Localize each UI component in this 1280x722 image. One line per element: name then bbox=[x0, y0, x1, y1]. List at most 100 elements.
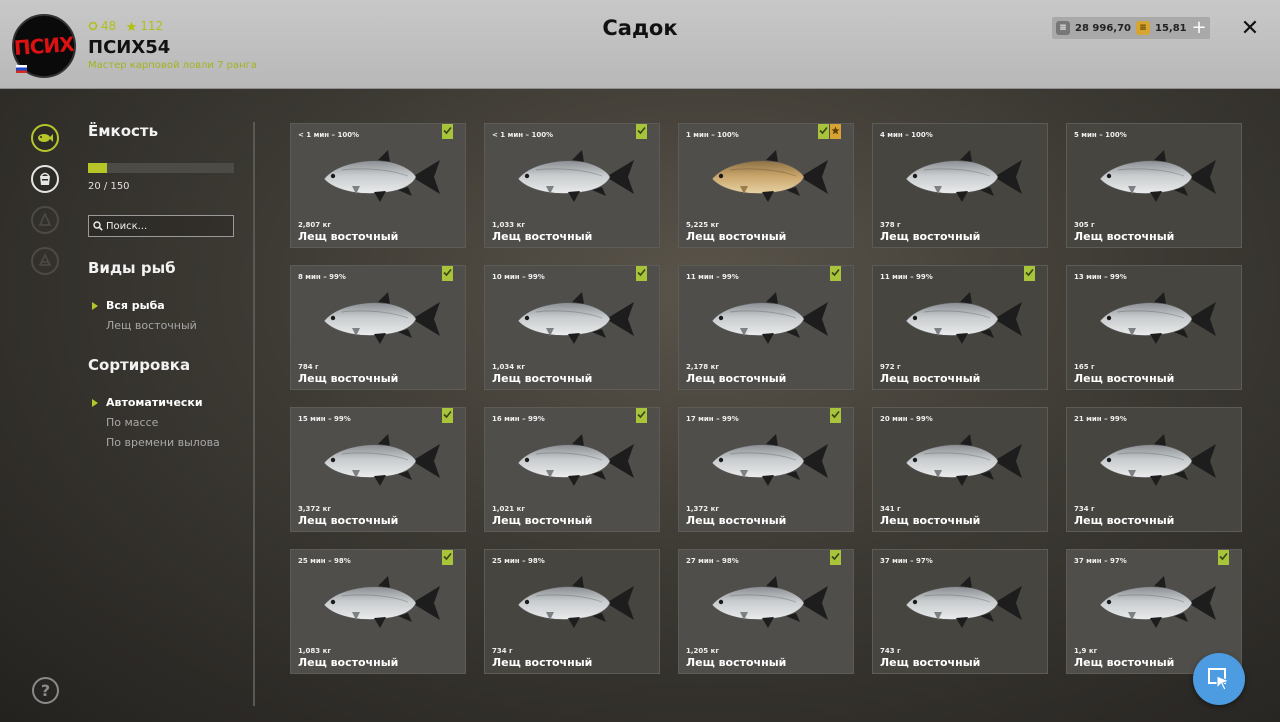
fish-name: Лещ восточный bbox=[298, 372, 399, 385]
capacity-bar bbox=[88, 163, 234, 173]
fish-image bbox=[905, 150, 1022, 202]
selected-arrow-icon bbox=[92, 302, 98, 310]
fish-image bbox=[323, 576, 440, 628]
fish-image bbox=[517, 576, 634, 628]
fish-weight: 1,033 кг bbox=[492, 221, 525, 229]
check-badge-icon bbox=[830, 550, 841, 565]
sort-option-time[interactable]: По времени вылова bbox=[106, 436, 220, 449]
cursor-mode-button[interactable] bbox=[1193, 653, 1245, 705]
sort-option-auto[interactable]: Автоматически bbox=[106, 396, 203, 409]
fish-card[interactable]: 8 мин – 99% 784 г Лещ восточный bbox=[290, 265, 466, 390]
catch-time: 25 мин – 98% bbox=[298, 557, 351, 565]
catch-time: 4 мин – 100% bbox=[880, 131, 933, 139]
fish-name: Лещ восточный bbox=[880, 656, 981, 669]
fish-weight: 378 г bbox=[880, 221, 901, 229]
fish-card[interactable]: 1 мин – 100% 5,225 кг Лещ восточный bbox=[678, 123, 854, 248]
fish-name: Лещ восточный bbox=[880, 514, 981, 527]
fish-image bbox=[517, 150, 634, 202]
check-badge-icon bbox=[830, 408, 841, 423]
search-icon bbox=[93, 221, 103, 231]
fish-card[interactable]: 25 мин – 98% 734 г Лещ восточный bbox=[484, 549, 660, 674]
close-button[interactable]: ✕ bbox=[1238, 16, 1262, 41]
tackle-icon bbox=[38, 212, 52, 226]
catch-time: 27 мин – 98% bbox=[686, 557, 739, 565]
fish-name: Лещ восточный bbox=[1074, 230, 1175, 243]
capacity-title: Ёмкость bbox=[88, 122, 159, 140]
check-badge-icon bbox=[442, 550, 453, 565]
catch-time: 37 мин – 97% bbox=[1074, 557, 1127, 565]
russia-flag-icon bbox=[16, 65, 27, 73]
fish-card[interactable]: 4 мин – 100% 378 г Лещ восточный bbox=[872, 123, 1048, 248]
search-input[interactable] bbox=[106, 220, 226, 232]
fish-card[interactable]: 21 мин – 99% 734 г Лещ восточный bbox=[1066, 407, 1242, 532]
catch-time: 17 мин – 99% bbox=[686, 415, 739, 423]
check-badge-icon bbox=[442, 266, 453, 281]
fish-image bbox=[711, 292, 828, 344]
help-button[interactable]: ? bbox=[32, 677, 59, 704]
gold-value: 15,81 bbox=[1155, 22, 1187, 34]
catch-time: 16 мин – 99% bbox=[492, 415, 545, 423]
fish-card[interactable]: 15 мин – 99% 3,372 кг Лещ восточный bbox=[290, 407, 466, 532]
fish-card[interactable]: 27 мин – 98% 1,205 кг Лещ восточный bbox=[678, 549, 854, 674]
fish-name: Лещ восточный bbox=[492, 656, 593, 669]
check-badge-icon bbox=[442, 124, 453, 139]
fish-weight: 784 г bbox=[298, 363, 319, 371]
fish-image bbox=[711, 150, 828, 202]
fish-name: Лещ восточный bbox=[298, 230, 399, 243]
fish-keepnet-icon bbox=[38, 134, 53, 142]
fish-card[interactable]: 25 мин – 98% 1,083 кг Лещ восточный bbox=[290, 549, 466, 674]
fish-name: Лещ восточный bbox=[686, 656, 787, 669]
bait-tab[interactable] bbox=[31, 165, 59, 193]
fish-image bbox=[1099, 576, 1216, 628]
species-option-bream[interactable]: Лещ восточный bbox=[106, 319, 197, 332]
fish-card[interactable]: < 1 мин – 100% 2,807 кг Лещ восточный bbox=[290, 123, 466, 248]
silver-value: 28 996,70 bbox=[1075, 22, 1131, 34]
fish-card[interactable]: 37 мин – 97% 743 г Лещ восточный bbox=[872, 549, 1048, 674]
fish-card[interactable]: 5 мин – 100% 305 г Лещ восточный bbox=[1066, 123, 1242, 248]
cursor-mode-icon bbox=[1208, 668, 1231, 691]
check-badge-icon bbox=[818, 124, 829, 139]
fish-card[interactable]: 10 мин – 99% 1,034 кг Лещ восточный bbox=[484, 265, 660, 390]
fish-weight: 2,178 кг bbox=[686, 363, 719, 371]
tackle-tab[interactable] bbox=[31, 206, 59, 234]
silver-coins-icon: ≡ bbox=[1056, 21, 1070, 35]
player-name: ПСИХ54 bbox=[88, 37, 171, 58]
sort-option-weight[interactable]: По массе bbox=[106, 416, 158, 429]
fish-image bbox=[1099, 292, 1216, 344]
check-badge-icon bbox=[1024, 266, 1035, 281]
catch-time: 15 мин – 99% bbox=[298, 415, 351, 423]
fish-name: Лещ восточный bbox=[1074, 514, 1175, 527]
check-badge-icon bbox=[636, 124, 647, 139]
fish-weight: 734 г bbox=[1074, 505, 1095, 513]
fish-image bbox=[711, 434, 828, 486]
fish-weight: 3,372 кг bbox=[298, 505, 331, 513]
fish-card[interactable]: 11 мин – 99% 2,178 кг Лещ восточный bbox=[678, 265, 854, 390]
buy-currency-button[interactable]: + bbox=[1188, 17, 1210, 39]
capacity-count: 20 / 150 bbox=[88, 181, 130, 192]
fish-card[interactable]: 11 мин – 99% 972 г Лещ восточный bbox=[872, 265, 1048, 390]
check-badge-icon bbox=[830, 266, 841, 281]
fish-card[interactable]: < 1 мин – 100% 1,033 кг Лещ восточный bbox=[484, 123, 660, 248]
fish-card[interactable]: 20 мин – 99% 341 г Лещ восточный bbox=[872, 407, 1048, 532]
search-box[interactable] bbox=[88, 215, 234, 237]
boat-tab[interactable] bbox=[31, 247, 59, 275]
gold-balance: ≡ 15,81 bbox=[1132, 17, 1193, 39]
capacity-bar-fill bbox=[88, 163, 108, 173]
catch-time: 10 мин – 99% bbox=[492, 273, 545, 281]
keepnet-tab[interactable] bbox=[31, 124, 59, 152]
sort-title: Сортировка bbox=[88, 356, 191, 374]
check-badge-icon bbox=[636, 266, 647, 281]
fish-name: Лещ восточный bbox=[1074, 372, 1175, 385]
check-badge-icon bbox=[442, 408, 453, 423]
boat-icon bbox=[38, 253, 52, 266]
fish-weight: 341 г bbox=[880, 505, 901, 513]
catch-time: < 1 мин – 100% bbox=[298, 131, 360, 139]
fish-card[interactable]: 16 мин – 99% 1,021 кг Лещ восточный bbox=[484, 407, 660, 532]
panel-divider bbox=[253, 122, 255, 706]
fish-weight: 972 г bbox=[880, 363, 901, 371]
fish-card[interactable]: 13 мин – 99% 165 г Лещ восточный bbox=[1066, 265, 1242, 390]
fish-card[interactable]: 17 мин – 99% 1,372 кг Лещ восточный bbox=[678, 407, 854, 532]
fish-weight: 1,205 кг bbox=[686, 647, 719, 655]
fish-name: Лещ восточный bbox=[880, 372, 981, 385]
species-option-all[interactable]: Вся рыба bbox=[106, 299, 165, 312]
